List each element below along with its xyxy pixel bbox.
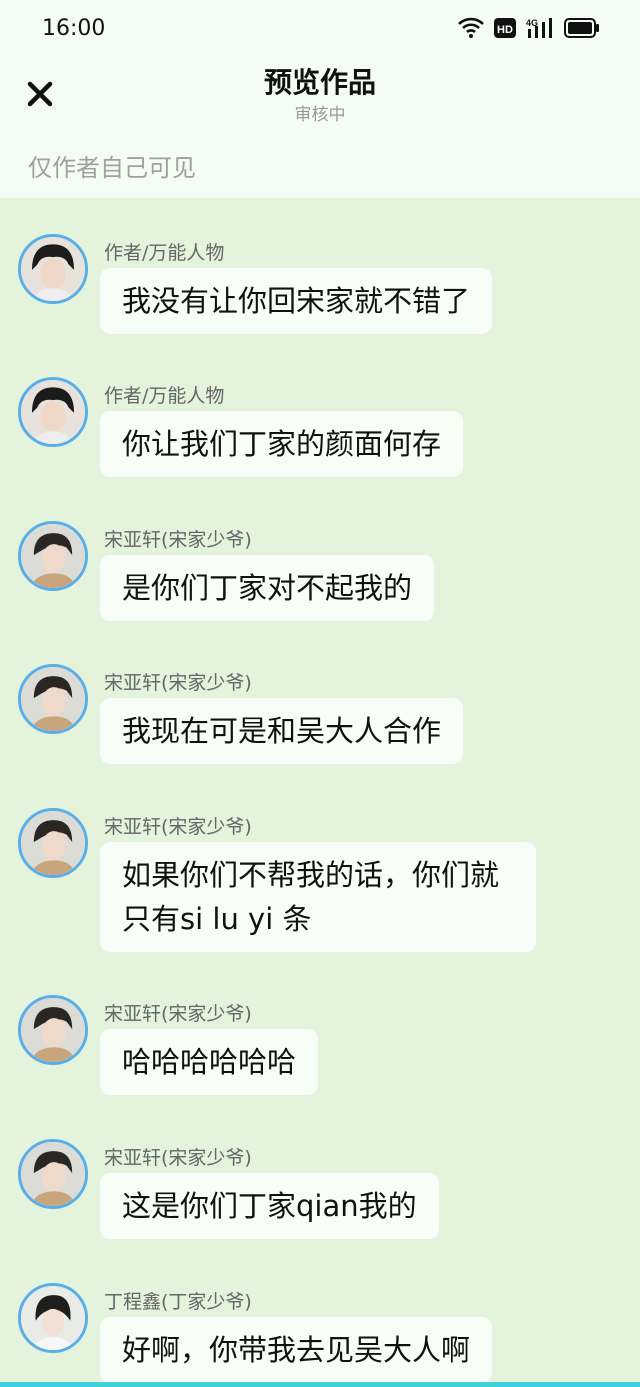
avatar[interactable]: [18, 1139, 88, 1209]
message-text: 哈哈哈哈哈哈: [122, 1045, 297, 1079]
sender-name: 作者/万能人物: [104, 385, 225, 407]
message-bubble[interactable]: 哈哈哈哈哈哈: [100, 1029, 319, 1095]
message-bubble[interactable]: 你让我们丁家的颜面何存: [100, 411, 464, 477]
status-bar: 16:00 HD 4G: [0, 0, 640, 56]
message-text: 这是你们丁家qian我的: [122, 1189, 417, 1223]
bottom-accent-bar: [0, 1382, 640, 1387]
hd-icon: HD: [494, 18, 516, 38]
status-time: 16:00: [42, 15, 106, 41]
sender-name: 宋亚轩(宋家少爷): [104, 816, 252, 838]
message-bubble[interactable]: 我没有让你回宋家就不错了: [100, 268, 493, 334]
message-bubble[interactable]: 这是你们丁家qian我的: [100, 1173, 439, 1239]
message-bubble[interactable]: 我现在可是和吴大人合作: [100, 698, 464, 764]
wifi-icon: [458, 17, 484, 39]
avatar[interactable]: [18, 664, 88, 734]
status-icons: HD 4G: [458, 17, 600, 39]
message-text-line: 如果你们不帮我的话，你们就: [122, 858, 500, 892]
title-block: 预览作品 审核中: [0, 64, 640, 128]
message-text: 你让我们丁家的颜面何存: [122, 427, 442, 461]
message-bubble[interactable]: 好啊，你带我去见吴大人啊: [100, 1317, 493, 1383]
review-status: 审核中: [294, 105, 346, 125]
avatar[interactable]: [18, 521, 88, 591]
avatar[interactable]: [18, 377, 88, 447]
sender-name: 宋亚轩(宋家少爷): [104, 1003, 252, 1025]
sender-name: 宋亚轩(宋家少爷): [104, 529, 252, 551]
avatar[interactable]: [18, 995, 88, 1065]
sender-name: 作者/万能人物: [104, 242, 225, 264]
sender-name: 宋亚轩(宋家少爷): [104, 672, 252, 694]
svg-text:HD: HD: [497, 24, 513, 36]
message-text: 我没有让你回宋家就不错了: [122, 284, 471, 318]
sender-name: 宋亚轩(宋家少爷): [104, 1147, 252, 1169]
avatar[interactable]: [18, 1283, 88, 1353]
sender-name: 丁程鑫(丁家少爷): [104, 1291, 252, 1313]
header-area: 16:00 HD 4G 预览作品 审核中 仅作者自己可见: [0, 0, 640, 198]
4g-signal-icon: 4G: [526, 17, 554, 39]
message-text: 我现在可是和吴大人合作: [122, 714, 442, 748]
avatar[interactable]: [18, 808, 88, 878]
battery-icon: [564, 18, 600, 38]
message-bubble[interactable]: 是你们丁家对不起我的: [100, 555, 435, 621]
avatar[interactable]: [18, 234, 88, 304]
message-text: 好啊，你带我去见吴大人啊: [122, 1333, 471, 1367]
visibility-note: 仅作者自己可见: [28, 154, 196, 182]
page-title: 预览作品: [263, 66, 376, 99]
message-bubble[interactable]: 如果你们不帮我的话，你们就 只有si lu yi 条: [100, 842, 536, 952]
message-text-line: 只有si lu yi 条: [122, 902, 312, 936]
message-text: 是你们丁家对不起我的: [122, 571, 413, 605]
